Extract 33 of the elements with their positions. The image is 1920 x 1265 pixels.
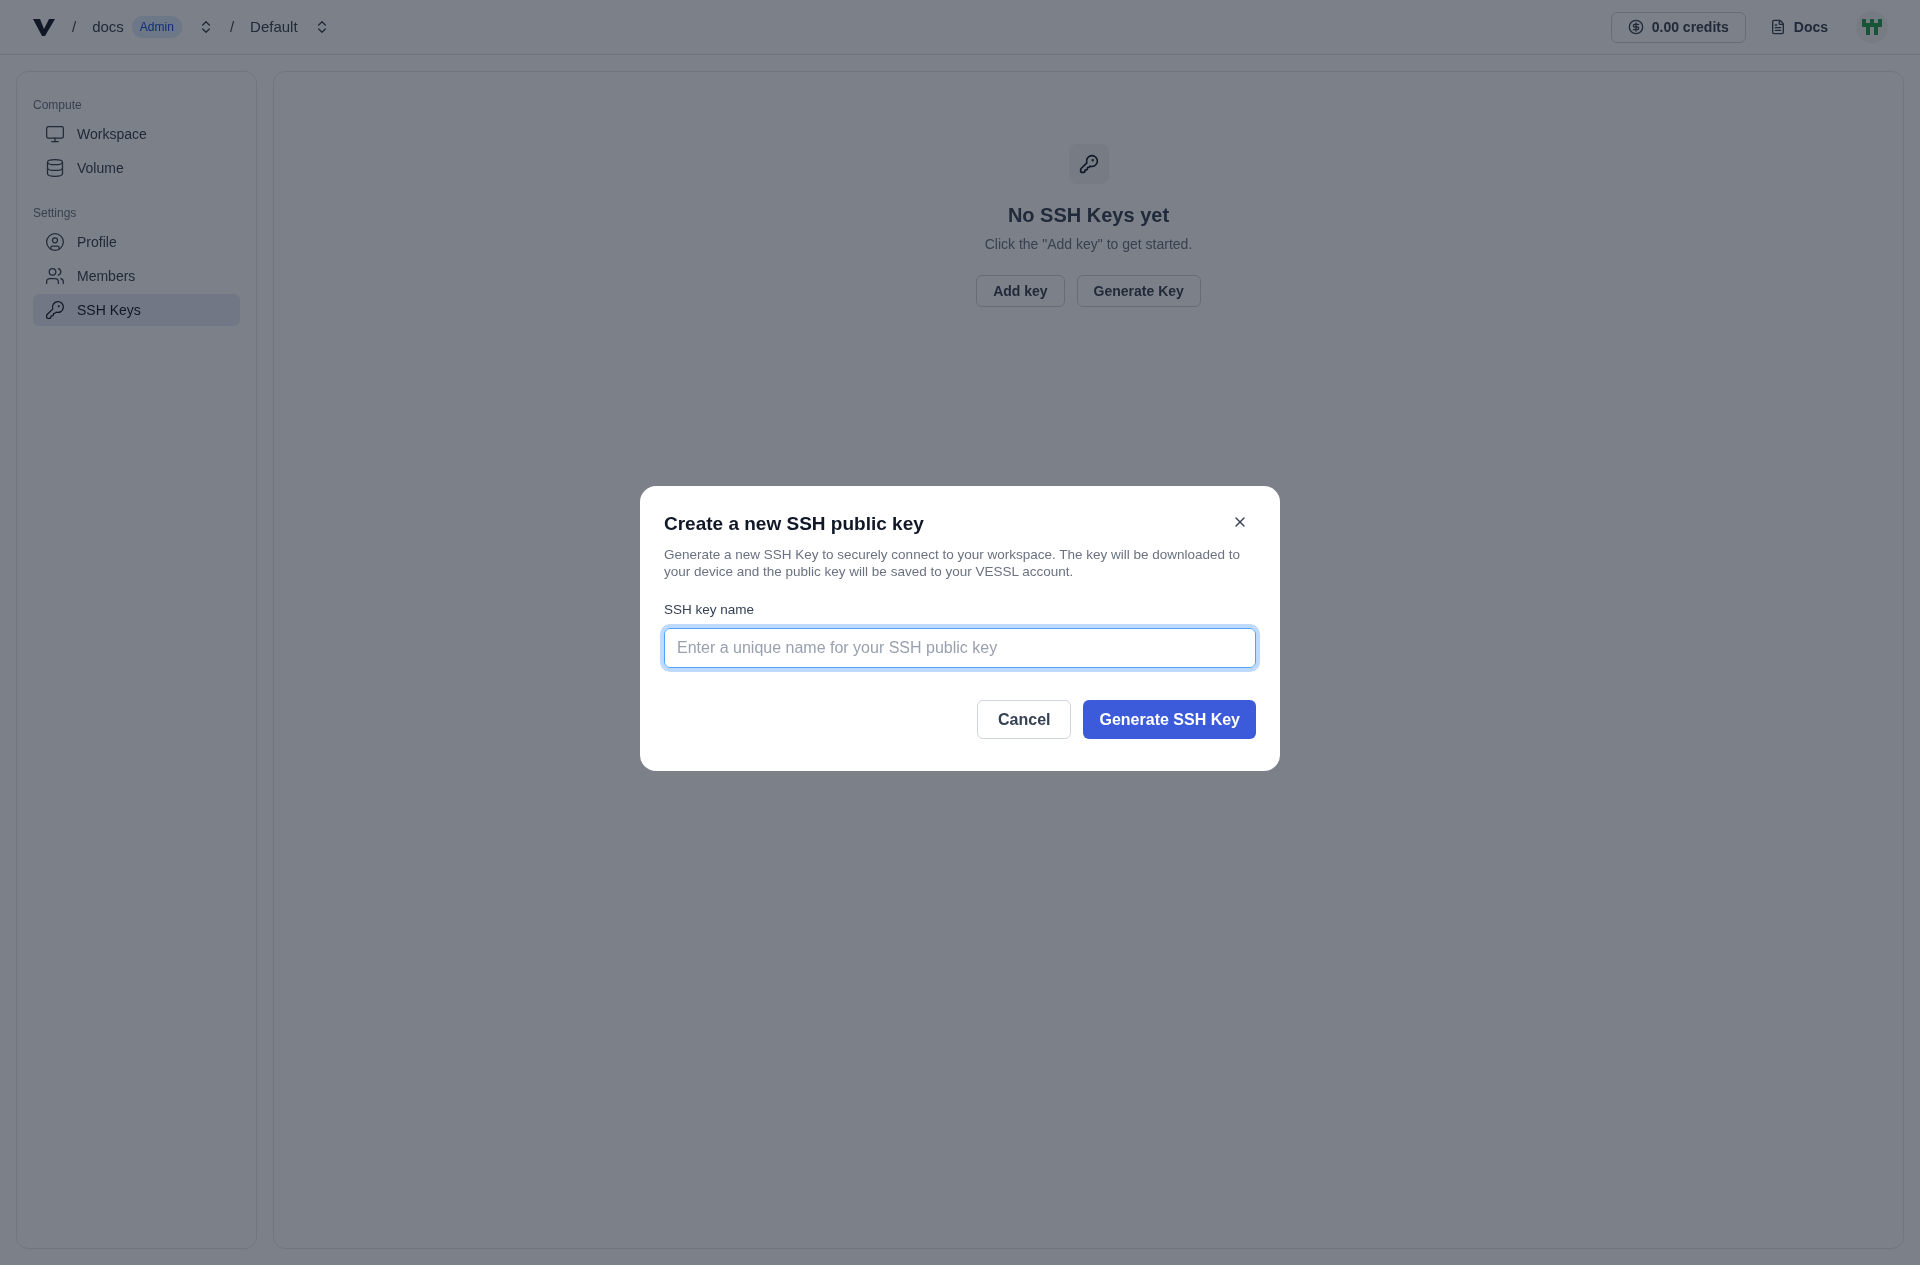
monitor-icon: [45, 124, 65, 144]
empty-state-title: No SSH Keys yet: [1007, 203, 1170, 228]
dollar-coin-icon: [1627, 19, 1644, 35]
key-icon: [45, 300, 65, 320]
breadcrumb-link[interactable]: docs: [92, 15, 124, 39]
generate-ssh-key-button[interactable]: Generate SSH Key: [1083, 700, 1256, 740]
sidebar-item[interactable]: SSH Keys: [33, 294, 240, 326]
breadcrumb-separator: /: [72, 16, 77, 37]
section-heading: Settings: [33, 205, 78, 222]
sidebar-item[interactable]: Volume: [33, 152, 240, 184]
dialog-description: Generate a new SSH Key to securely connect to your workspace. The key will be downloaded to your device and the public key will be saved to your VESSL account.: [664, 546, 1242, 581]
key-icon: [1078, 154, 1099, 174]
empty-state-button[interactable]: Generate Key: [1076, 275, 1201, 307]
database-icon: [45, 158, 65, 178]
empty-state-button[interactable]: Add key: [976, 275, 1065, 307]
user-circle-icon: [45, 232, 65, 252]
document-icon: [1769, 19, 1786, 35]
credits-button[interactable]: 0.00 credits: [1610, 11, 1746, 43]
breadcrumb-separator: /: [229, 16, 235, 37]
cancel-button[interactable]: Cancel: [977, 700, 1072, 740]
sidebar-item[interactable]: Profile: [33, 226, 240, 258]
section-heading: Compute: [33, 97, 83, 114]
sidebar-item[interactable]: Workspace: [33, 118, 240, 150]
dialog-title: Create a new SSH public key: [664, 511, 924, 536]
docs-link[interactable]: Docs: [1769, 16, 1828, 38]
logo-icon[interactable]: [32, 17, 56, 37]
breadcrumb-link[interactable]: Default: [250, 15, 298, 39]
empty-state-text: Click the "Add key" to get started.: [984, 235, 1193, 254]
sidebar-item[interactable]: Members: [33, 260, 240, 292]
role-badge: Admin: [131, 16, 182, 38]
users-icon: [45, 266, 65, 286]
user-avatar[interactable]: [1856, 11, 1888, 43]
field-label: SSH key name: [664, 601, 756, 620]
